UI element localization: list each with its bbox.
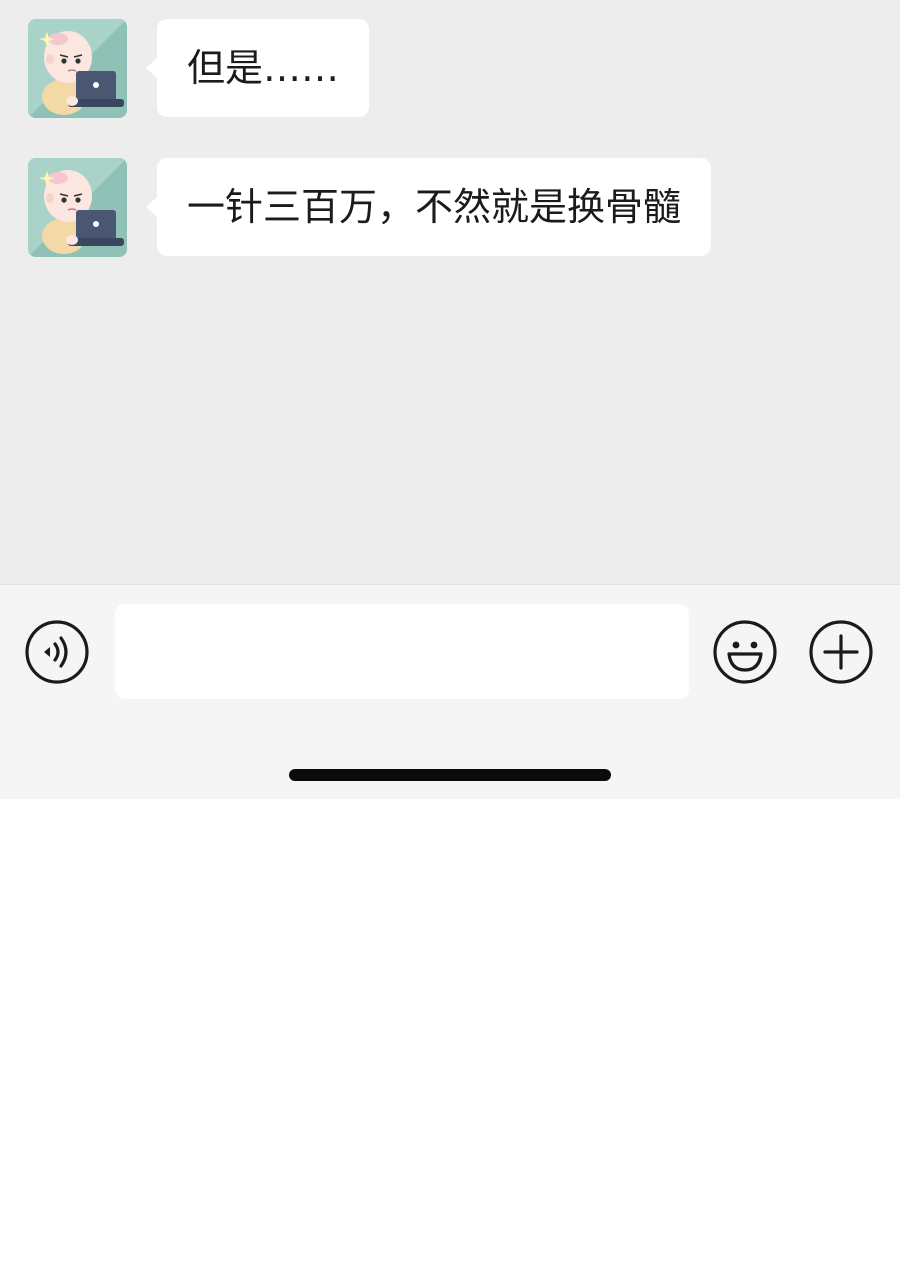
- chat-area: 但是…… 一针三百万，不然就是换骨髓: [0, 0, 900, 584]
- message-text: 但是……: [187, 46, 340, 90]
- blank-area: [0, 799, 900, 1286]
- plus-button[interactable]: [809, 620, 873, 684]
- emoji-icon: [713, 620, 777, 684]
- baby-with-laptop-avatar-icon: [28, 158, 127, 257]
- baby-with-laptop-avatar-icon: [28, 19, 127, 118]
- message-bubble[interactable]: 但是……: [145, 19, 370, 117]
- message-input[interactable]: [115, 604, 689, 699]
- avatar[interactable]: [28, 158, 127, 257]
- voice-icon: [25, 620, 89, 684]
- avatar[interactable]: [28, 19, 127, 118]
- voice-button[interactable]: [25, 620, 89, 684]
- plus-icon: [809, 620, 873, 684]
- home-indicator[interactable]: [289, 769, 611, 781]
- message-text: 一针三百万，不然就是换骨髓: [187, 185, 682, 229]
- input-bar: [0, 584, 900, 799]
- emoji-button[interactable]: [713, 620, 777, 684]
- message-bubble[interactable]: 一针三百万，不然就是换骨髓: [145, 158, 712, 256]
